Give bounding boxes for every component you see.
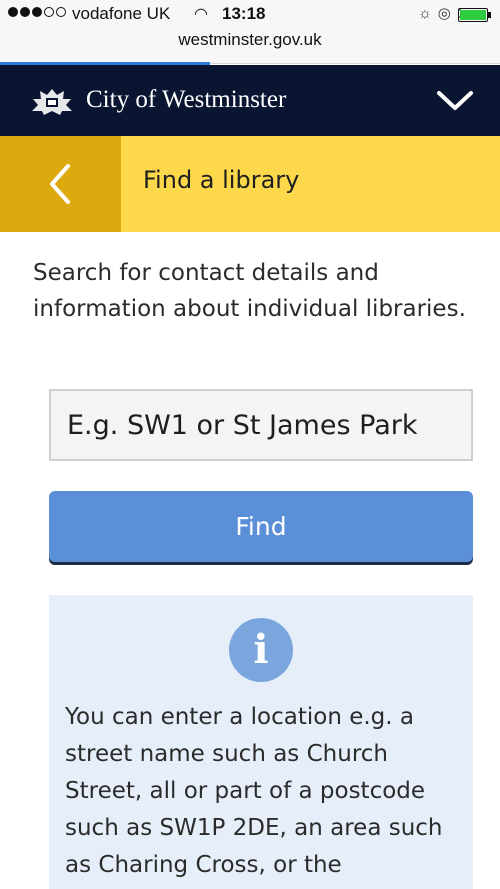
- info-panel: i You can enter a location e.g. a street…: [49, 595, 473, 889]
- signal-dot: [20, 7, 30, 17]
- alarm-icon: ◎: [437, 5, 457, 22]
- chevron-down-icon[interactable]: [430, 81, 480, 121]
- chevron-left-icon: [50, 164, 70, 204]
- intro-text: Search for contact details and informati…: [33, 260, 466, 322]
- signal-dot: [56, 7, 66, 17]
- signal-dot: [8, 7, 18, 17]
- search-input[interactable]: [49, 389, 473, 461]
- find-button[interactable]: Find: [49, 491, 473, 562]
- site-header: City of Westminster: [0, 65, 500, 136]
- site-brand[interactable]: City of Westminster: [86, 86, 286, 114]
- status-bar: vodafone UK ◠ 13:18 ☼◎➤ westminster.gov.…: [0, 0, 500, 65]
- breadcrumb: Find a library: [0, 136, 500, 232]
- status-row: vodafone UK ◠ 13:18 ☼◎➤: [0, 4, 500, 26]
- signal-strength-icon: [8, 7, 66, 17]
- clock: 13:18: [222, 4, 266, 23]
- wifi-icon: ◠: [194, 6, 208, 23]
- battery-icon: [458, 8, 491, 22]
- signal-dot: [32, 7, 42, 17]
- crest-icon: [32, 89, 72, 115]
- brightness-icon: ☼: [418, 5, 438, 22]
- battery-level: [460, 10, 486, 20]
- back-button[interactable]: [0, 136, 121, 232]
- carrier-name: vodafone UK: [72, 4, 171, 23]
- info-icon: i: [229, 618, 293, 682]
- page-title: Find a library: [143, 166, 300, 194]
- address-bar-url[interactable]: westminster.gov.uk: [0, 30, 500, 50]
- signal-dot: [44, 7, 54, 17]
- info-text: You can enter a location e.g. a street n…: [65, 704, 443, 878]
